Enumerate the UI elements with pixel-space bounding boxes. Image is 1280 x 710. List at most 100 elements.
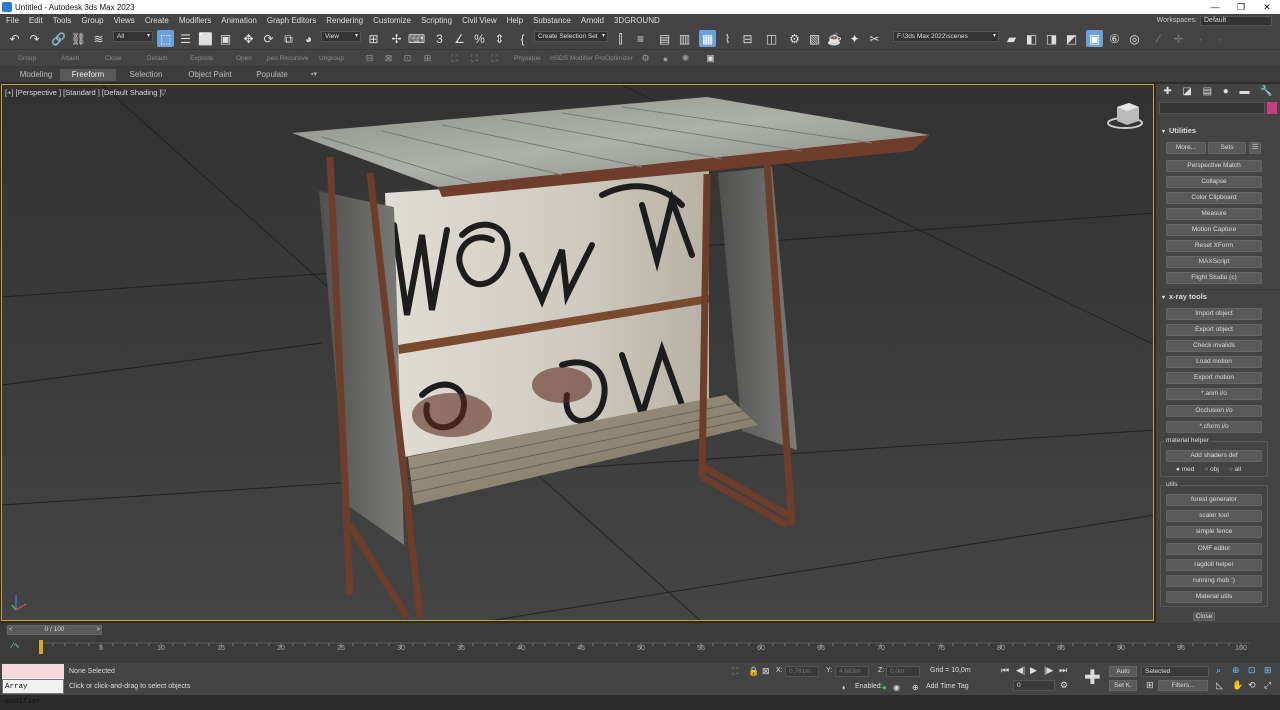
more-button[interactable]: More... — [1166, 142, 1206, 154]
set-key-button[interactable]: Set K. — [1109, 680, 1137, 691]
zoom-all-icon[interactable]: ⊕ — [1232, 666, 1240, 675]
cluster-icon[interactable]: ✺ — [680, 53, 691, 64]
menu-views[interactable]: Views — [109, 16, 140, 25]
menu-file[interactable]: File — [0, 16, 24, 25]
open-recursive-label[interactable]: pen Recursive — [267, 55, 309, 62]
minimize-button[interactable]: — — [1202, 0, 1228, 14]
image-icon[interactable]: ▣ — [705, 53, 716, 64]
rotate-icon[interactable]: ⟳ — [260, 30, 277, 47]
close-rollout-button[interactable]: Close — [1193, 612, 1215, 621]
modifier3-icon[interactable]: ⛶ — [489, 53, 500, 64]
render-production-icon[interactable]: ☕ — [826, 30, 843, 47]
time-slider-next-icon[interactable]: > — [96, 626, 100, 634]
menu-civil-view[interactable]: Civil View — [457, 16, 502, 25]
track-ruler[interactable]: ⁄∿ 5 10 15 20 25 30 35 40 45 50 55 60 65… — [0, 637, 1280, 661]
motion-tab-icon[interactable]: ● — [1223, 87, 1229, 97]
maxscript-output[interactable] — [2, 664, 64, 678]
mirror-icon[interactable]: ⫿ — [612, 30, 629, 47]
edit-named-selection-icon[interactable]: { — [514, 30, 531, 47]
toggle-ribbon-icon[interactable]: ▦ — [699, 30, 716, 47]
viewport-layout-icon[interactable]: ▣ — [1086, 30, 1103, 47]
radio-all[interactable]: ○ all — [1229, 466, 1241, 473]
enabled-indicator-icon[interactable]: ● — [882, 683, 887, 692]
maxscript-input[interactable]: Array modifier — [2, 679, 64, 706]
link-icon[interactable]: 🔗 — [50, 30, 67, 47]
tab-populate[interactable]: Populate — [250, 69, 294, 81]
ribbon-options-icon[interactable]: ▪▾ — [304, 69, 324, 81]
xray-tools-rollout-header[interactable]: ▾ x-ray tools — [1156, 290, 1280, 304]
load-motion-button[interactable]: Load motion — [1166, 356, 1262, 368]
next-frame-icon[interactable]: |▶ — [1044, 666, 1053, 675]
utilities-tab-icon[interactable]: 🔧 — [1260, 87, 1272, 97]
simple-fence-button[interactable]: simple fence — [1166, 526, 1262, 538]
create-tab-icon[interactable]: ✚ — [1163, 87, 1171, 97]
forest-generator-button[interactable]: forest generator — [1166, 494, 1262, 506]
bind-space-warp-icon[interactable]: ≋ — [90, 30, 107, 47]
add-shaders-def-button[interactable]: Add shaders def — [1166, 450, 1262, 462]
menu-help[interactable]: Help — [502, 16, 528, 25]
scaler-tool-button[interactable]: scaler tool — [1166, 510, 1262, 522]
occlusion-io-button[interactable]: Occlusion i/o — [1166, 405, 1262, 417]
detach-label[interactable]: Detach — [147, 55, 168, 62]
field-of-view-icon[interactable]: ◺ — [1216, 681, 1223, 690]
utilities-rollout-header[interactable]: ▾ Utilities — [1156, 124, 1280, 138]
rendered-frame-icon[interactable]: ▧ — [806, 30, 823, 47]
import-object-button[interactable]: Import object — [1166, 308, 1262, 320]
close-label[interactable]: Close — [105, 55, 122, 62]
tab-freeform[interactable]: Freeform — [60, 69, 116, 81]
isolate-selection-icon[interactable]: ⛶ — [732, 666, 738, 677]
menu-customize[interactable]: Customize — [368, 16, 416, 25]
tab-selection[interactable]: Selection — [122, 69, 170, 81]
configure-sets-icon[interactable]: ☰ — [1249, 142, 1261, 154]
scene-explorer-icon[interactable]: ▤ — [656, 30, 673, 47]
workspace-dropdown[interactable]: Default — [1200, 15, 1272, 26]
folder-up-icon[interactable]: ◩ — [1063, 30, 1080, 47]
object-name-field[interactable] — [1159, 102, 1265, 114]
auto-key-button[interactable]: Auto — [1109, 666, 1137, 677]
explode-label[interactable]: Explode — [190, 55, 214, 62]
current-frame-field[interactable]: 0 — [1013, 680, 1055, 691]
maximize-button[interactable]: ❐ — [1228, 0, 1254, 14]
window-crossing-icon[interactable]: ▣ — [217, 30, 234, 47]
menu-3dground[interactable]: 3DGROUND — [609, 16, 665, 25]
zoom-extents-all-icon[interactable]: ⊞ — [1264, 666, 1272, 675]
select-object-icon[interactable]: ⬚ — [157, 30, 174, 47]
go-to-end-icon[interactable]: ⏭ — [1059, 666, 1067, 675]
align-icon[interactable]: ≡ — [632, 30, 649, 47]
go-to-start-icon[interactable]: ⏮ — [1001, 666, 1009, 675]
ungroup-label[interactable]: Ungroup — [319, 55, 344, 62]
layer-explorer-icon[interactable]: ▥ — [676, 30, 693, 47]
time-slider[interactable]: < 0 / 100 > — [7, 625, 102, 635]
set-key-icon[interactable]: ✚ — [1084, 668, 1101, 688]
measure-button[interactable]: Measure — [1166, 208, 1262, 220]
ragdoll-helper-button[interactable]: ragdoll helper — [1166, 559, 1262, 571]
menu-tools[interactable]: Tools — [48, 16, 77, 25]
physique-label[interactable]: Physique — [514, 55, 541, 62]
scissors-icon[interactable]: ✂ — [866, 30, 883, 47]
move-icon[interactable]: ✥ — [240, 30, 257, 47]
open-label[interactable]: Open — [236, 55, 252, 62]
maximize-viewport-icon[interactable]: ⤢ — [1264, 681, 1271, 690]
collapse-button[interactable]: Collapse — [1166, 176, 1262, 188]
render-6-icon[interactable]: ⑥ — [1106, 30, 1123, 47]
project-path-dropdown[interactable]: F:\3ds Max 2022\scenes — [893, 31, 999, 42]
filters-button[interactable]: Filters... — [1158, 680, 1208, 691]
save-folder-icon[interactable]: ◨ — [1043, 30, 1060, 47]
time-tag-icon[interactable]: ⊕ — [912, 683, 919, 692]
group-label[interactable]: Group — [18, 55, 36, 62]
modify-tab-icon[interactable]: ◪ — [1182, 87, 1191, 97]
curve-editor-icon[interactable]: ⌇ — [719, 30, 736, 47]
check-invalids-button[interactable]: Check invalids — [1166, 340, 1262, 352]
curve-toggle-icon[interactable]: ⁄∿ — [12, 641, 20, 650]
sets-button[interactable]: Sets — [1208, 142, 1246, 154]
color-clipboard-button[interactable]: Color Clipboard — [1166, 192, 1262, 204]
close-window-button[interactable]: ✕ — [1254, 0, 1280, 14]
reference-coord-dropdown[interactable]: View — [321, 31, 361, 42]
time-cursor[interactable] — [39, 640, 43, 654]
render-online-icon[interactable]: ◎ — [1126, 30, 1143, 47]
menu-substance[interactable]: Substance — [528, 16, 576, 25]
z-coordinate-field[interactable]: 0,0m — [886, 666, 920, 677]
radio-obj[interactable]: ○ obj — [1204, 466, 1218, 473]
add-time-tag-label[interactable]: Add Time Tag — [926, 683, 969, 690]
menu-modifiers[interactable]: Modifiers — [174, 16, 216, 25]
